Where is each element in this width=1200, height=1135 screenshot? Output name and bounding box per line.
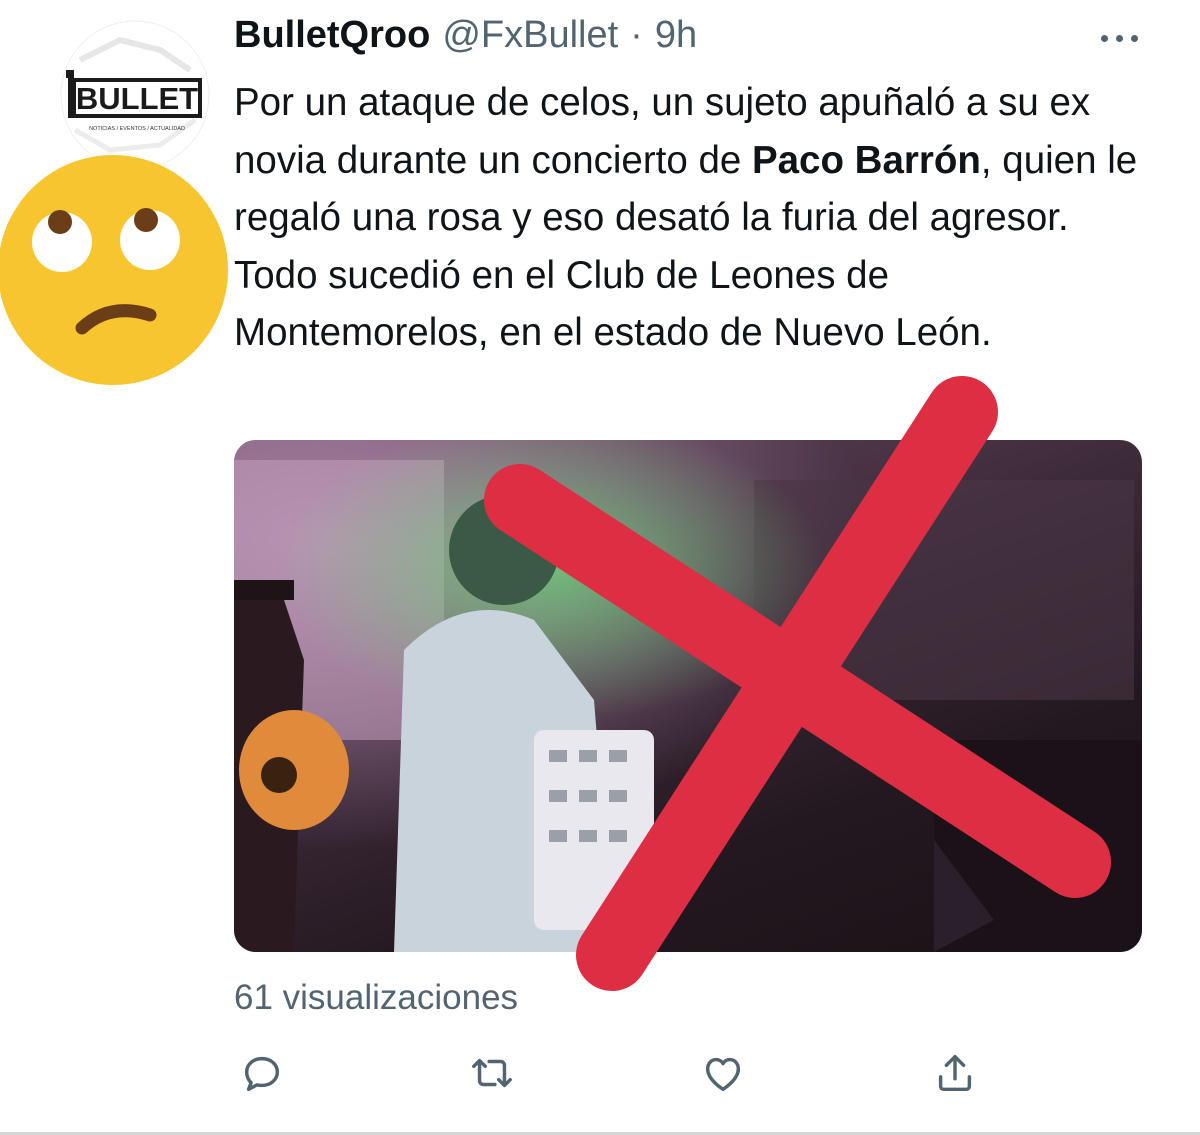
tweet-video[interactable] [234, 440, 1142, 952]
avatar-logo-text: BULLET [76, 81, 198, 116]
tweet[interactable]: BULLET NOTICIAS / EVENTOS / ACTUALIDAD B… [0, 0, 1200, 1135]
view-count[interactable]: 61 visualizaciones [234, 978, 518, 1018]
tweet-text-bold[interactable]: Paco Barrón [752, 139, 981, 182]
video-frame-illustration [234, 440, 1142, 952]
more-dot-icon [1100, 34, 1108, 42]
like-button[interactable] [696, 1046, 750, 1100]
more-options-button[interactable] [1096, 28, 1142, 48]
share-button[interactable] [928, 1046, 982, 1100]
avatar-tagline: NOTICIAS / EVENTOS / ACTUALIDAD [89, 126, 185, 132]
like-icon [705, 1057, 741, 1092]
tweet-text: Por un ataque de celos, un sujeto apuñal… [234, 74, 1154, 362]
tweet-header: BulletQroo @FxBullet · 9h [234, 14, 697, 64]
reply-button[interactable] [235, 1046, 289, 1100]
reply-icon [244, 1056, 280, 1092]
avatar[interactable]: BULLET NOTICIAS / EVENTOS / ACTUALIDAD [60, 20, 210, 170]
more-dot-icon [1130, 34, 1138, 42]
timestamp[interactable]: 9h [655, 14, 697, 57]
more-dot-icon [1115, 34, 1123, 42]
share-icon [938, 1054, 972, 1092]
display-name[interactable]: BulletQroo [234, 14, 430, 57]
retweet-icon [472, 1058, 512, 1088]
retweet-button[interactable] [465, 1046, 519, 1100]
bullet-logo: BULLET NOTICIAS / EVENTOS / ACTUALIDAD [66, 70, 202, 132]
separator-dot: · [630, 14, 643, 56]
face-with-rolling-eyes-emoji [0, 155, 228, 385]
user-handle[interactable]: @FxBullet [442, 14, 618, 57]
